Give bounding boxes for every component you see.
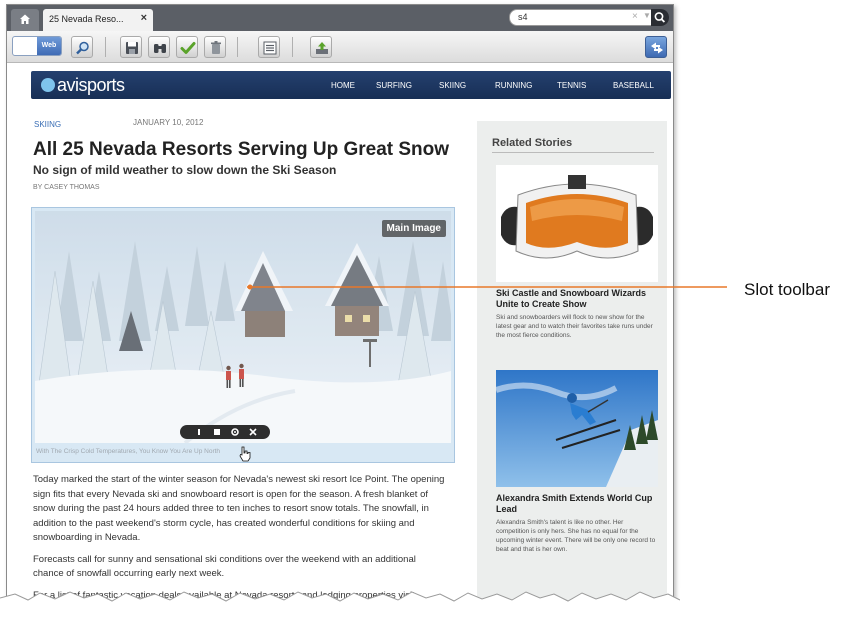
article-byline: BY CASEY THOMAS xyxy=(33,184,100,191)
page-icon[interactable] xyxy=(212,427,222,437)
ski-goggles-image xyxy=(496,165,658,282)
torn-edge-decoration xyxy=(0,588,850,620)
site-logo[interactable]: avisports xyxy=(41,75,125,96)
image-caption: With The Crisp Cold Temperatures, You Kn… xyxy=(36,448,221,455)
trash-icon xyxy=(211,41,221,54)
article-date: JANUARY 10, 2012 xyxy=(133,118,204,127)
delete-button[interactable] xyxy=(204,36,226,58)
toolbar-divider xyxy=(292,37,293,57)
logo-icon xyxy=(41,78,55,92)
article-paragraph: Today marked the start of the winter sea… xyxy=(33,474,445,543)
related-stories-title: Related Stories xyxy=(492,137,573,149)
nav-tennis[interactable]: TENNIS xyxy=(557,81,586,90)
article-paragraph: Forecasts call for sunny and sensational… xyxy=(33,553,416,580)
gear-icon[interactable] xyxy=(230,427,240,437)
divider xyxy=(492,152,654,153)
close-icon[interactable]: × xyxy=(141,12,147,24)
save-button[interactable] xyxy=(120,36,142,58)
search-input[interactable]: s4 × ▼ xyxy=(509,9,669,26)
binoculars-icon xyxy=(154,44,166,53)
magnifier-icon xyxy=(76,41,89,55)
web-mode-label: Web xyxy=(37,37,61,55)
home-tab[interactable] xyxy=(11,9,39,31)
slot-toolbar xyxy=(180,425,270,439)
article-headline: All 25 Nevada Resorts Serving Up Great S… xyxy=(33,139,450,160)
home-icon xyxy=(20,14,30,24)
sync-button[interactable] xyxy=(645,36,667,58)
story-thumbnail[interactable] xyxy=(496,165,658,282)
tab-bar: 25 Nevada Reso... × s4 × ▼ xyxy=(7,5,673,31)
story-title[interactable]: Ski Castle and Snowboard Wizards Unite t… xyxy=(496,288,658,310)
main-image-slot[interactable]: Main Image With The Crisp Cold Temperatu… xyxy=(31,207,455,463)
search-icon xyxy=(654,12,666,23)
skier-jump-image xyxy=(496,370,658,487)
nav-baseball[interactable]: BASEBALL xyxy=(613,81,654,90)
toolbar-divider xyxy=(237,37,238,57)
list-layout-icon xyxy=(263,41,277,55)
approve-button[interactable] xyxy=(176,36,198,58)
section-link[interactable]: SKIING xyxy=(34,120,61,129)
hand-cursor-icon xyxy=(239,446,251,462)
layout-button[interactable] xyxy=(258,36,280,58)
related-story[interactable]: Ski Castle and Snowboard Wizards Unite t… xyxy=(496,165,658,340)
logo-text: avisports xyxy=(57,75,125,95)
swap-arrows-icon xyxy=(651,42,663,54)
toolbar-divider xyxy=(105,37,106,57)
save-icon xyxy=(126,42,138,54)
chevron-down-icon[interactable]: ▼ xyxy=(643,11,651,20)
slot-label: Main Image xyxy=(381,220,446,237)
close-icon[interactable] xyxy=(248,427,258,437)
related-stories-panel: Related Stories Ski Castle and Snowboard… xyxy=(477,121,667,603)
clear-icon[interactable]: × xyxy=(632,11,638,22)
nav-surfing[interactable]: SURFING xyxy=(376,81,412,90)
tab-label: 25 Nevada Reso... xyxy=(49,14,124,24)
article-body: Today marked the start of the winter sea… xyxy=(33,473,447,603)
nav-home[interactable]: HOME xyxy=(331,81,355,90)
upload-icon xyxy=(316,42,328,54)
site-header: avisports HOME SURFING SKIING RUNNING TE… xyxy=(31,71,671,99)
browser-window: 25 Nevada Reso... × s4 × ▼ Web avisports… xyxy=(6,4,674,604)
story-thumbnail[interactable] xyxy=(496,370,658,487)
article-subheadline: No sign of mild weather to slow down the… xyxy=(33,163,337,177)
search-value: s4 xyxy=(518,12,528,22)
story-blurb: Ski and snowboarders will flock to new s… xyxy=(496,314,653,339)
tab-article[interactable]: 25 Nevada Reso... × xyxy=(43,9,153,31)
story-blurb: Alexandra Smith's talent is like no othe… xyxy=(496,519,656,553)
nav-running[interactable]: RUNNING xyxy=(495,81,532,90)
page-content: avisports HOME SURFING SKIING RUNNING TE… xyxy=(7,64,673,603)
find-button[interactable] xyxy=(148,36,170,58)
nav-skiing[interactable]: SKIING xyxy=(439,81,466,90)
preview-button[interactable] xyxy=(71,36,93,58)
related-story[interactable]: Alexandra Smith Extends World Cup Lead A… xyxy=(496,370,658,554)
move-icon[interactable] xyxy=(194,427,204,437)
callout-label: Slot toolbar xyxy=(744,280,830,299)
callout-line xyxy=(247,284,727,290)
story-title[interactable]: Alexandra Smith Extends World Cup Lead xyxy=(496,493,658,515)
publish-button[interactable] xyxy=(310,36,332,58)
web-mode-toggle[interactable]: Web xyxy=(12,36,62,56)
main-image xyxy=(35,211,451,443)
search-button[interactable] xyxy=(651,9,669,26)
checkmark-icon xyxy=(180,42,196,54)
editor-toolbar: Web xyxy=(7,31,673,63)
